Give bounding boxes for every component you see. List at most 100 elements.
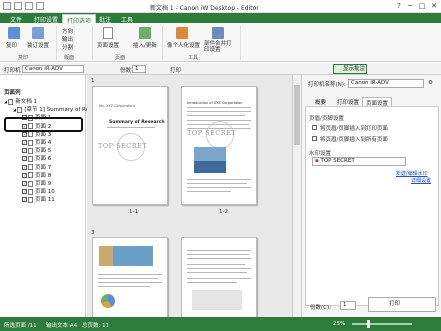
chk-header-footer-printed[interactable]: [312, 125, 317, 130]
tree-page-item[interactable]: ✓ 页面 7: [22, 163, 51, 171]
tree-page-item[interactable]: ✓ 页面 4: [22, 138, 51, 146]
copies-input[interactable]: 1: [132, 65, 146, 73]
tab-file[interactable]: 文件: [6, 14, 26, 24]
page-setup-icon[interactable]: [103, 27, 113, 39]
tree-page-item[interactable]: ✓ 页面 8: [22, 171, 51, 179]
page-check-icon[interactable]: ✓: [22, 164, 27, 170]
direction-button[interactable]: 方向: [62, 27, 73, 35]
print-toolbar-button[interactable]: 打印: [170, 66, 181, 74]
copies-panel-input[interactable]: 1: [340, 301, 356, 310]
table-image: [192, 290, 242, 310]
binding-icon[interactable]: [32, 27, 44, 39]
chk-header-footer-all[interactable]: [312, 136, 317, 141]
binding-settings-button[interactable]: 装订设置: [27, 41, 49, 49]
show-annotation-button[interactable]: 显示批注: [333, 64, 367, 74]
tab-print-options[interactable]: 打印选项: [62, 14, 97, 25]
page-icon: [28, 164, 33, 171]
page-check-icon[interactable]: ✓: [22, 172, 27, 178]
maximize-button[interactable]: □: [417, 2, 427, 10]
tab-print-settings[interactable]: 打印设置: [30, 14, 62, 24]
copy-group-label: 复印: [18, 55, 29, 61]
printer-label: 打印机: [4, 68, 21, 74]
tree-item-label: 页面 11: [35, 197, 55, 204]
printer-name-label: 打印机名称(N):: [308, 82, 346, 88]
page-setup-button[interactable]: 页面设置: [97, 41, 119, 49]
status-total-pages: 总页数: 11: [82, 323, 110, 329]
document-icon: [8, 98, 14, 105]
show-annotation-label: 显示批注: [343, 66, 366, 72]
watermark-flag-icon: ▪: [315, 158, 319, 164]
page-icon: [28, 172, 33, 179]
help-button[interactable]: ?: [394, 2, 404, 10]
minimize-button[interactable]: ─: [405, 2, 415, 10]
settings-panel: 打印机名称(N): Canon iR-ADV ⚙ 概要 打印设置 页面设置 页眉…: [301, 75, 441, 317]
tab-overview[interactable]: 概要: [312, 97, 329, 106]
insert-update-button[interactable]: 插入/更新: [133, 41, 157, 49]
tree-document[interactable]: ◢ 新文档 1: [4, 97, 37, 105]
preview-scrollbar[interactable]: [292, 75, 301, 317]
detail-settings-link[interactable]: 详细设置: [411, 177, 431, 184]
tree-item-label: 页面 4: [35, 140, 52, 146]
tree-item-label: 页面 8: [35, 172, 52, 179]
page-check-icon[interactable]: ✓: [22, 148, 27, 154]
status-bar: 所选页面 /11 输出文本:A4 总页数: 11 25%: [0, 317, 441, 331]
page-icon: [28, 147, 33, 154]
title-bar: 新文档 1 - Canon iW Desktop - Editor ? ─ □ …: [0, 0, 441, 13]
redo-icon[interactable]: [36, 2, 44, 10]
printer-settings-icon[interactable]: ⚙: [428, 80, 433, 86]
new-edit-watermark-link[interactable]: 新建/编辑水印: [396, 170, 428, 177]
tree-page-item[interactable]: ✓ 页面 6: [22, 154, 51, 162]
zoom-slider[interactable]: [352, 320, 412, 328]
undo-icon[interactable]: [25, 2, 33, 10]
tab-print-settings-panel[interactable]: 打印设置: [334, 97, 362, 106]
app-icon: [3, 2, 11, 10]
zoom-slider-thumb[interactable]: [367, 320, 370, 328]
tree-page-item[interactable]: ✓ 页面 5: [22, 146, 51, 154]
tree-item-label: 页面 9: [35, 181, 52, 187]
watermark-select[interactable]: ▪ TOP SECRET: [312, 157, 406, 166]
page-check-icon[interactable]: ✓: [22, 181, 27, 186]
tree-page-item[interactable]: ✓ 页面 10: [22, 187, 55, 195]
page-thumbnail-3[interactable]: [92, 237, 168, 319]
chk-header-footer-printed-label: 将页眉/页脚插入到打印页面: [320, 126, 388, 132]
tree-page-item[interactable]: ✓ 页面 9: [22, 179, 51, 187]
page-check-icon[interactable]: ✓: [22, 140, 27, 145]
page-number: 1: [91, 78, 95, 84]
personalize-button[interactable]: 像个人化设置: [167, 41, 200, 49]
page-thumbnail-4[interactable]: [181, 237, 257, 319]
print-panel-label: 打印: [389, 301, 401, 307]
page-check-icon[interactable]: ✓: [22, 197, 27, 203]
save-icon[interactable]: [14, 2, 22, 10]
watermark-text: TOP SECRET: [98, 142, 148, 150]
page-icon: [28, 155, 33, 162]
personalize-icon[interactable]: [176, 27, 188, 39]
output-button[interactable]: 输出: [62, 35, 73, 43]
close-button[interactable]: ✕: [429, 2, 439, 10]
tree-page-item[interactable]: ✓ 页面 11: [22, 195, 55, 203]
page-icon: [28, 196, 33, 203]
tab-page-settings[interactable]: 页面设置: [362, 97, 393, 107]
page-check-icon[interactable]: ✓: [22, 189, 27, 195]
page-thumbnail-1[interactable]: Ms. XYZ Corporation Summary of Research …: [92, 86, 168, 205]
insert-icon[interactable]: [139, 27, 151, 39]
page-thumbnail-2[interactable]: Introduction of XYZ Corporation TOP SECR…: [181, 86, 257, 205]
merge-print-settings-button[interactable]: 部件合并打印设置: [204, 41, 236, 53]
print-panel-button[interactable]: 打印: [368, 297, 436, 312]
copies-label: 份数: [120, 68, 132, 74]
tree-section[interactable]: ◢ [章节 1] Summary of Re: [13, 105, 89, 113]
tab-tools[interactable]: 工具: [117, 14, 137, 24]
printer-name-select[interactable]: Canon iR-ADV: [348, 79, 424, 88]
split-button[interactable]: 分割: [62, 43, 73, 51]
page-check-icon[interactable]: ✓: [22, 156, 27, 162]
merge-print-icon[interactable]: [212, 27, 224, 39]
pie-image: [101, 294, 115, 308]
scrollbar-thumb[interactable]: [294, 85, 300, 145]
zoom-level: 25%: [333, 321, 346, 327]
page-label: 1-2: [219, 209, 228, 215]
page-group-label: 页面: [115, 55, 126, 61]
page-check-icon[interactable]: ✓: [22, 131, 27, 137]
tab-annotation[interactable]: 批注: [95, 14, 115, 24]
printer-select[interactable]: Canon iR-ADV: [22, 65, 84, 73]
copy-icon[interactable]: [8, 27, 20, 39]
page-title-text: Introduction of XYZ Corporation: [187, 101, 243, 105]
